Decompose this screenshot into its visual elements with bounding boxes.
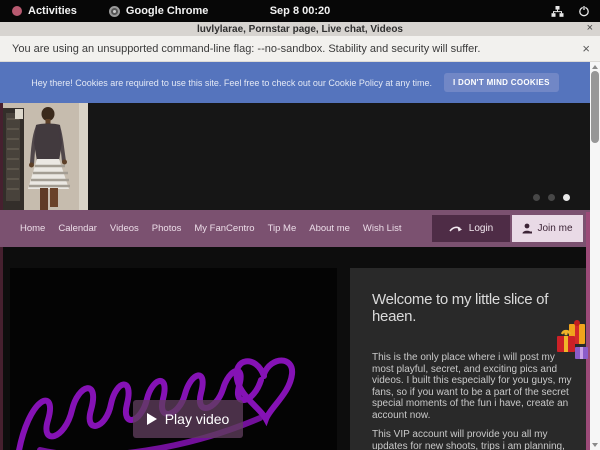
carousel-dot[interactable] xyxy=(548,194,555,201)
app-menu-button[interactable]: Google Chrome xyxy=(109,5,209,17)
play-video-button[interactable]: Play video xyxy=(133,400,243,438)
site-navbar: Home Calendar Videos Photos My FanCentro… xyxy=(0,210,590,247)
gnome-top-bar: Activities Google Chrome Sep 8 00:20 xyxy=(0,0,600,22)
welcome-paragraph-2: This VIP account will provide you all my… xyxy=(372,429,577,450)
chrome-infobar: You are using an unsupported command-lin… xyxy=(0,36,600,62)
carousel-dot-active[interactable] xyxy=(563,194,570,201)
play-video-label: Play video xyxy=(165,411,230,427)
join-button[interactable]: Join me xyxy=(512,215,583,242)
power-icon[interactable] xyxy=(578,5,590,17)
gifts-widget-icon[interactable] xyxy=(556,320,590,366)
nav-item-aboutme[interactable]: About me xyxy=(309,223,350,234)
app-menu-label: Google Chrome xyxy=(126,5,209,17)
activities-button[interactable]: Activities xyxy=(12,5,77,17)
nav-item-calendar[interactable]: Calendar xyxy=(58,223,97,234)
nav-item-photos[interactable]: Photos xyxy=(152,223,182,234)
carousel-dot[interactable] xyxy=(533,194,540,201)
infobar-close-icon[interactable]: × xyxy=(582,41,590,56)
login-arrow-icon xyxy=(449,224,463,234)
window-title: luvlylarae, Pornstar page, Live chat, Vi… xyxy=(197,24,403,35)
infobar-message: You are using an unsupported command-lin… xyxy=(12,43,480,55)
chrome-icon xyxy=(109,6,120,17)
nav-item-home[interactable]: Home xyxy=(20,223,45,234)
window-title-bar[interactable]: luvlylarae, Pornstar page, Live chat, Vi… xyxy=(0,22,600,36)
hero-banner xyxy=(3,103,590,210)
webpage: Hey there! Cookies are required to use t… xyxy=(0,62,590,450)
browser-viewport: Hey there! Cookies are required to use t… xyxy=(0,62,600,450)
user-icon xyxy=(522,223,532,234)
nav-item-videos[interactable]: Videos xyxy=(110,223,139,234)
desktop-screen: Activities Google Chrome Sep 8 00:20 luv… xyxy=(0,0,600,450)
login-label: Login xyxy=(469,223,493,234)
nav-item-fancentro[interactable]: My FanCentro xyxy=(194,223,254,234)
cookie-accept-button[interactable]: I DON'T MIND COOKIES xyxy=(444,73,559,92)
nav-links: Home Calendar Videos Photos My FanCentro… xyxy=(20,223,401,234)
scrollbar-up-icon[interactable] xyxy=(592,65,598,69)
window-close-icon[interactable]: × xyxy=(587,22,593,36)
nav-item-wishlist[interactable]: Wish List xyxy=(363,223,402,234)
activities-icon xyxy=(12,6,22,16)
nav-item-tipme[interactable]: Tip Me xyxy=(268,223,297,234)
welcome-heading: Welcome to my little slice of heaen. xyxy=(372,291,577,325)
model-photo xyxy=(3,103,88,210)
carousel-dots xyxy=(533,194,570,201)
join-label: Join me xyxy=(537,223,572,234)
cookie-message: Hey there! Cookies are required to use t… xyxy=(31,78,432,88)
page-scrollbar[interactable] xyxy=(590,62,600,450)
clock[interactable]: Sep 8 00:20 xyxy=(0,5,600,17)
welcome-panel: Welcome to my little slice of heaen. Thi… xyxy=(350,268,586,450)
intro-video[interactable]: Play video xyxy=(10,268,337,450)
cookie-banner: Hey there! Cookies are required to use t… xyxy=(0,62,590,103)
scrollbar-down-icon[interactable] xyxy=(592,443,598,447)
activities-label: Activities xyxy=(28,5,77,17)
network-icon[interactable] xyxy=(551,5,564,18)
scrollbar-thumb[interactable] xyxy=(591,71,599,143)
welcome-paragraph-1: This is the only place where i will post… xyxy=(372,352,577,421)
login-button[interactable]: Login xyxy=(432,215,510,242)
play-icon xyxy=(147,413,157,425)
